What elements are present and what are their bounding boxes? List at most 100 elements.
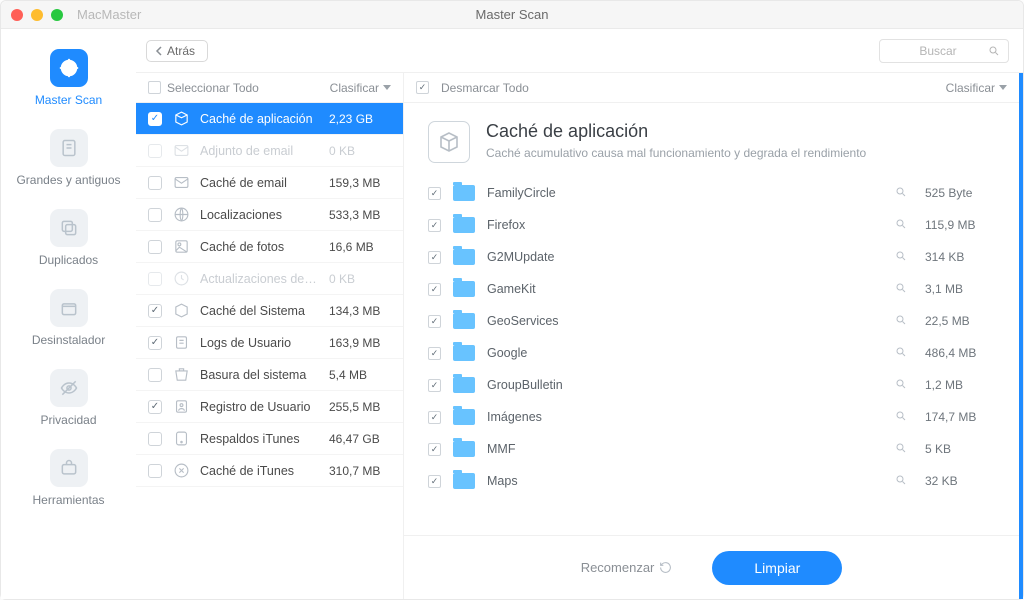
category-checkbox[interactable] (148, 208, 162, 222)
category-checkbox[interactable] (148, 240, 162, 254)
file-row[interactable]: GameKit 3,1 MB (404, 273, 1019, 305)
category-checkbox[interactable] (148, 336, 162, 350)
file-checkbox[interactable] (428, 251, 441, 264)
file-row[interactable]: GeoServices 22,5 MB (404, 305, 1019, 337)
sidebar-item-master-scan[interactable]: Master Scan (1, 43, 136, 117)
reveal-icon[interactable] (895, 378, 907, 393)
category-checkbox[interactable] (148, 368, 162, 382)
reveal-icon[interactable] (895, 346, 907, 361)
app-name: MacMaster (77, 7, 141, 22)
reveal-icon[interactable] (895, 218, 907, 233)
reveal-icon[interactable] (895, 282, 907, 297)
maximize-icon[interactable] (51, 9, 63, 21)
category-size: 255,5 MB (329, 400, 391, 414)
category-row[interactable]: Caché de fotos 16,6 MB (136, 231, 403, 263)
file-checkbox[interactable] (428, 347, 441, 360)
file-size: 115,9 MB (925, 218, 995, 232)
target-icon (50, 49, 88, 87)
category-row[interactable]: Localizaciones 533,3 MB (136, 199, 403, 231)
file-name: Google (487, 346, 883, 360)
category-row[interactable]: Respaldos iTunes 46,47 GB (136, 423, 403, 455)
category-row[interactable]: Caché del Sistema 134,3 MB (136, 295, 403, 327)
reveal-icon[interactable] (895, 442, 907, 457)
file-row[interactable]: MMF 5 KB (404, 433, 1019, 465)
select-all-label: Seleccionar Todo (167, 81, 259, 95)
file-row[interactable]: Google 486,4 MB (404, 337, 1019, 369)
category-name: Caché de iTunes (200, 464, 319, 478)
sidebar-item-privacy[interactable]: Privacidad (1, 363, 136, 437)
file-name: GeoServices (487, 314, 883, 328)
category-row[interactable]: Actualizaciones de so 0 KB (136, 263, 403, 295)
category-checkbox[interactable] (148, 432, 162, 446)
file-row[interactable]: Firefox 115,9 MB (404, 209, 1019, 241)
category-size: 2,23 GB (329, 112, 391, 126)
file-checkbox[interactable] (428, 379, 441, 392)
category-icon (172, 206, 190, 224)
category-checkbox[interactable] (148, 464, 162, 478)
minimize-icon[interactable] (31, 9, 43, 21)
category-name: Respaldos iTunes (200, 432, 319, 446)
sidebar-item-uninstaller[interactable]: Desinstalador (1, 283, 136, 357)
file-checkbox[interactable] (428, 187, 441, 200)
search-input[interactable]: Buscar (879, 39, 1009, 63)
file-checkbox[interactable] (428, 411, 441, 424)
folder-icon (453, 441, 475, 457)
file-checkbox[interactable] (428, 443, 441, 456)
category-size: 0 KB (329, 272, 391, 286)
category-icon (172, 270, 190, 288)
category-name: Basura del sistema (200, 368, 319, 382)
category-sort[interactable]: Clasificar (330, 81, 391, 95)
category-icon (172, 462, 190, 480)
category-checkbox[interactable] (148, 400, 162, 414)
category-row[interactable]: Logs de Usuario 163,9 MB (136, 327, 403, 359)
back-button[interactable]: Atrás (146, 40, 208, 62)
file-row[interactable]: FamilyCircle 525 Byte (404, 177, 1019, 209)
file-size: 3,1 MB (925, 282, 995, 296)
select-all-checkbox[interactable] (148, 81, 161, 94)
box-icon (50, 289, 88, 327)
file-row[interactable]: GroupBulletin 1,2 MB (404, 369, 1019, 401)
category-row[interactable]: Registro de Usuario 255,5 MB (136, 391, 403, 423)
file-checkbox[interactable] (428, 475, 441, 488)
detail-sort[interactable]: Clasificar (946, 81, 1007, 95)
folder-icon (453, 313, 475, 329)
category-row[interactable]: Caché de email 159,3 MB (136, 167, 403, 199)
category-row[interactable]: Adjunto de email 0 KB (136, 135, 403, 167)
reveal-icon[interactable] (895, 186, 907, 201)
category-checkbox[interactable] (148, 144, 162, 158)
restart-button[interactable]: Recomenzar (581, 560, 673, 575)
category-checkbox[interactable] (148, 176, 162, 190)
sidebar-item-duplicates[interactable]: Duplicados (1, 203, 136, 277)
cache-icon (428, 121, 470, 163)
reveal-icon[interactable] (895, 410, 907, 425)
reveal-icon[interactable] (895, 250, 907, 265)
close-icon[interactable] (11, 9, 23, 21)
clean-button[interactable]: Limpiar (712, 551, 842, 585)
reveal-icon[interactable] (895, 474, 907, 489)
deselect-all-checkbox[interactable]: ✓ (416, 81, 429, 94)
window-title: Master Scan (476, 7, 549, 22)
sidebar-item-tools[interactable]: Herramientas (1, 443, 136, 517)
file-checkbox[interactable] (428, 315, 441, 328)
category-checkbox[interactable] (148, 112, 162, 126)
search-placeholder: Buscar (888, 44, 988, 58)
category-row[interactable]: Caché de iTunes 310,7 MB (136, 455, 403, 487)
file-checkbox[interactable] (428, 283, 441, 296)
category-checkbox[interactable] (148, 272, 162, 286)
sidebar-item-label: Grandes y antiguos (1, 173, 136, 187)
category-row[interactable]: Basura del sistema 5,4 MB (136, 359, 403, 391)
sidebar-item-label: Master Scan (1, 93, 136, 107)
reveal-icon[interactable] (895, 314, 907, 329)
detail-subtitle: Caché acumulativo causa mal funcionamien… (486, 146, 866, 160)
file-row[interactable]: Imágenes 174,7 MB (404, 401, 1019, 433)
category-name: Logs de Usuario (200, 336, 319, 350)
category-checkbox[interactable] (148, 304, 162, 318)
file-row[interactable]: Maps 32 KB (404, 465, 1019, 497)
sidebar-item-large-old[interactable]: Grandes y antiguos (1, 123, 136, 197)
file-checkbox[interactable] (428, 219, 441, 232)
toolbox-icon (50, 449, 88, 487)
category-row[interactable]: Caché de aplicación 2,23 GB (136, 103, 403, 135)
detail-summary: Caché de aplicación Caché acumulativo ca… (404, 103, 1019, 177)
category-size: 16,6 MB (329, 240, 391, 254)
file-row[interactable]: G2MUpdate 314 KB (404, 241, 1019, 273)
